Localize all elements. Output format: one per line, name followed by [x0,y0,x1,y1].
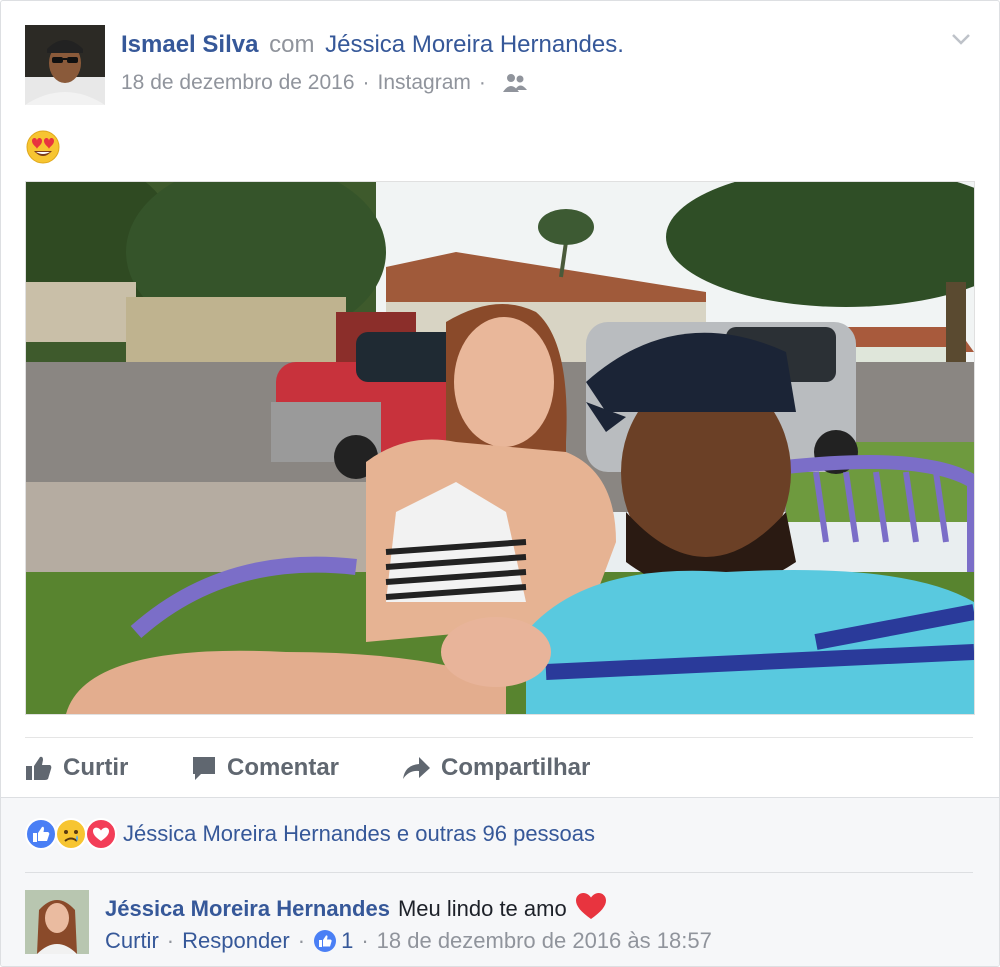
actions-divider [25,737,973,738]
meta-separator: · [478,71,486,94]
reactions-summary[interactable]: Jéssica Moreira Hernandes e outras 96 pe… [25,818,595,850]
comment-reply-link[interactable]: Responder [182,928,290,954]
share-button[interactable]: Compartilhar [401,749,590,787]
comment-like-link[interactable]: Curtir [105,928,159,954]
author-name-link[interactable]: Ismael Silva [121,31,258,58]
post-date-link[interactable]: 18 de dezembro de 2016 [121,71,355,95]
comment-like-badge-icon [314,930,337,952]
post-footer: Jéssica Moreira Hernandes e outras 96 pe… [1,797,999,966]
love-reaction-icon [85,818,117,850]
comment-button-label: Comentar [227,754,340,781]
heart-eyes-emoji-icon [25,129,61,165]
comment-meta-separator: · [166,928,175,953]
tagged-person-link[interactable]: Jéssica Moreira Hernandes [325,31,617,58]
comment-author-link[interactable]: Jéssica Moreira Hernandes [105,896,390,922]
friends-icon[interactable] [502,72,528,94]
comment-like-count[interactable]: 1 [341,928,353,954]
comment-timestamp[interactable]: 18 de dezembro de 2016 às 18:57 [377,928,712,954]
like-reaction-icon [25,818,57,850]
thumbs-up-icon [26,756,52,780]
sad-reaction-icon [55,818,87,850]
meta-separator: · [362,71,370,94]
comment-text: Meu lindo te amo [397,896,567,921]
like-button[interactable]: Curtir [25,749,128,787]
reactions-summary-text[interactable]: Jéssica Moreira Hernandes e outras 96 pe… [123,821,595,847]
commenter-avatar[interactable] [25,890,89,954]
post-meta: 18 de dezembro de 2016 · Instagram · [121,71,528,95]
post-source-link[interactable]: Instagram [378,71,471,95]
footer-divider [25,872,973,873]
comment-button[interactable]: Comentar [191,749,339,787]
post-card: Ismael Silva com Jéssica Moreira Hernand… [0,0,1000,967]
reaction-icons [25,818,117,850]
red-heart-icon [575,892,607,926]
author-avatar[interactable] [25,25,105,105]
comment-meta: Curtir · Responder · 1 · 18 de dezembro … [105,928,712,954]
chevron-down-icon[interactable] [949,27,973,51]
comment-body: Jéssica Moreira Hernandes Meu lindo te a… [105,892,607,926]
post-photo[interactable] [25,181,975,715]
share-arrow-icon [403,757,430,779]
share-button-label: Compartilhar [441,754,591,781]
post-header: Ismael Silva com Jéssica Moreira Hernand… [121,31,624,59]
with-text: com [269,31,315,58]
header-period: . [617,31,624,58]
like-button-label: Curtir [63,754,129,781]
comment-icon [193,757,215,780]
comment-meta-separator: · [297,928,306,953]
comment-meta-separator: · [361,928,369,953]
